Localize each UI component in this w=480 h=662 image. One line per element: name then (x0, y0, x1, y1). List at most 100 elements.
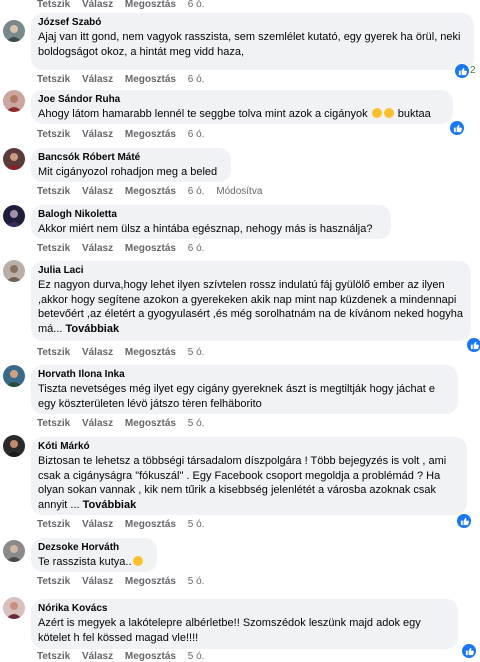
avatar[interactable] (3, 260, 25, 282)
avatar[interactable] (3, 435, 25, 457)
comment-text: Ahogy látom hamarabb lennél te seggbe to… (38, 107, 445, 122)
like-reaction-icon[interactable] (461, 643, 477, 659)
avatar[interactable] (3, 205, 25, 227)
like-link[interactable]: Tetszik (37, 418, 70, 429)
commenter-name[interactable]: Dezsoke Horváth (38, 541, 149, 555)
commenter-name[interactable]: Julia Laci (38, 264, 463, 278)
comment-actions: Tetszik Válasz Megosztás 6 ó. (37, 0, 213, 10)
reply-link[interactable]: Válasz (82, 576, 113, 587)
share-link[interactable]: Megosztás (125, 651, 176, 662)
comment-time[interactable]: 5 ó. (188, 519, 205, 530)
like-link[interactable]: Tetszik (37, 576, 70, 587)
like-link[interactable]: Tetszik (37, 243, 70, 254)
comment-bubble: Kóti Márkó Biztosan te lehetsz a többség… (31, 437, 467, 515)
share-link[interactable]: Megosztás (125, 418, 176, 429)
like-link[interactable]: Tetszik (37, 519, 70, 530)
share-link[interactable]: Megosztás (125, 129, 176, 140)
reply-link[interactable]: Válasz (82, 418, 113, 429)
comment-text: Tiszta nevetséges még ilyet egy cigány g… (38, 383, 436, 410)
comment-actions: Tetszik Válasz Megosztás 6 ó. (37, 74, 213, 85)
like-link[interactable]: Tetszik (37, 347, 70, 358)
comment-bubble: Horvath Ilona Inka Tiszta nevetséges még… (31, 365, 458, 414)
comment-time[interactable]: 5 ó. (188, 418, 205, 429)
comment-text: Te rasszista kutya.. (38, 555, 149, 570)
share-link[interactable]: Megosztás (125, 0, 176, 10)
comment-time[interactable]: 5 ó. (188, 576, 205, 587)
share-link[interactable]: Megosztás (125, 243, 176, 254)
comment-text-main: Ahogy látom hamarabb lennél te seggbe to… (38, 108, 368, 120)
smiling-emoji-icon (132, 556, 143, 566)
avatar[interactable] (3, 90, 25, 112)
comment-actions: Tetszik Válasz Megosztás 6 ó. (37, 243, 213, 254)
laughing-emoji-icon (383, 108, 394, 118)
comment-time[interactable]: 5 ó. (188, 347, 205, 358)
share-link[interactable]: Megosztás (125, 519, 176, 530)
comment-text: Ez nagyon durva,hogy lehet ilyen szívtel… (38, 278, 463, 336)
reply-link[interactable]: Válasz (82, 0, 113, 10)
like-link[interactable]: Tetszik (37, 129, 70, 140)
comment-time[interactable]: 6 ó. (188, 74, 205, 85)
comment-text: Azért is megyek a lakótelepre albérletbe… (38, 617, 421, 644)
comment-bubble: Balogh Nikoletta Akkor miért nem ülsz a … (31, 205, 391, 239)
comment-actions: Tetszik Válasz Megosztás 6 ó. Módosítva (37, 186, 271, 197)
comment-actions: Tetszik Válasz Megosztás 5 ó. (37, 347, 213, 358)
comment-time[interactable]: 6 ó. (188, 0, 205, 10)
comment-bubble: Nórika Kovács Azért is megyek a lakótele… (31, 599, 458, 649)
comment-time[interactable]: 6 ó. (188, 243, 205, 254)
reply-link[interactable]: Válasz (82, 74, 113, 85)
commenter-name[interactable]: Balogh Nikoletta (38, 208, 383, 222)
reply-link[interactable]: Válasz (82, 243, 113, 254)
share-link[interactable]: Megosztás (125, 576, 176, 587)
like-link[interactable]: Tetszik (37, 651, 70, 662)
reply-link[interactable]: Válasz (82, 651, 113, 662)
avatar[interactable] (3, 20, 25, 42)
commenter-name[interactable]: Horvath Ilona Inka (38, 368, 450, 382)
comment-text-end: buktaa (397, 108, 431, 120)
like-reaction-icon[interactable] (454, 63, 470, 79)
avatar[interactable] (3, 365, 25, 387)
comment-actions: Tetszik Válasz Megosztás 5 ó. (37, 576, 213, 587)
comment-text: Mit cigányozol rohadjon meg a beled (38, 166, 218, 178)
reply-link[interactable]: Válasz (82, 519, 113, 530)
share-link[interactable]: Megosztás (125, 186, 176, 197)
reply-link[interactable]: Válasz (82, 129, 113, 140)
comment-time[interactable]: 6 ó. (188, 129, 205, 140)
grin-emoji-icon (371, 108, 382, 118)
comment-bubble: Bancsók Róbert Máté Mit cigányozol rohad… (31, 148, 231, 182)
comment-text: Ajaj van itt gond, nem vagyok rasszista,… (38, 31, 461, 58)
comment-bubble: József Szabó Ajaj van itt gond, nem vagy… (31, 13, 474, 70)
commenter-name[interactable]: Joe Sándor Ruha (38, 93, 445, 107)
like-link[interactable]: Tetszik (37, 186, 70, 197)
comment-actions: Tetszik Válasz Megosztás 6 ó. (37, 129, 213, 140)
comment-actions: Tetszik Válasz Megosztás 5 ó. (37, 651, 213, 662)
comment-bubble: Dezsoke Horváth Te rasszista kutya.. (31, 538, 157, 572)
comment-bubble: Joe Sándor Ruha Ahogy látom hamarabb len… (31, 90, 453, 124)
share-link[interactable]: Megosztás (125, 74, 176, 85)
comment-bubble: Julia Laci Ez nagyon durva,hogy lehet il… (31, 261, 471, 341)
avatar[interactable] (3, 148, 25, 170)
comment-text-body: Te rasszista kutya.. (38, 556, 132, 568)
like-reaction-icon[interactable] (449, 120, 465, 136)
like-link[interactable]: Tetszik (37, 74, 70, 85)
like-link[interactable]: Tetszik (37, 0, 70, 10)
avatar[interactable] (3, 597, 25, 619)
comment-actions: Tetszik Válasz Megosztás 5 ó. (37, 519, 213, 530)
comment-time[interactable]: 5 ó. (188, 651, 205, 662)
edited-label[interactable]: Módosítva (216, 186, 262, 197)
reaction-count[interactable]: 2 (470, 65, 476, 76)
like-reaction-icon[interactable] (466, 337, 480, 353)
commenter-name[interactable]: József Szabó (38, 16, 466, 30)
comment-time[interactable]: 6 ó. (188, 186, 205, 197)
reply-link[interactable]: Válasz (82, 186, 113, 197)
avatar[interactable] (3, 540, 25, 562)
commenter-name[interactable]: Bancsók Róbert Máté (38, 151, 223, 165)
see-more-link[interactable]: Továbbiak (66, 323, 120, 335)
share-link[interactable]: Megosztás (125, 347, 176, 358)
reply-link[interactable]: Válasz (82, 347, 113, 358)
see-more-link[interactable]: Továbbiak (83, 499, 137, 511)
commenter-name[interactable]: Kóti Márkó (38, 440, 459, 454)
comment-text: Akkor miért nem ülsz a hintába egésznap,… (38, 223, 373, 235)
commenter-name[interactable]: Nórika Kovács (38, 602, 450, 616)
like-reaction-icon[interactable] (456, 513, 472, 529)
comment-text: Biztosan te lehetsz a többségi társadalo… (38, 454, 459, 512)
